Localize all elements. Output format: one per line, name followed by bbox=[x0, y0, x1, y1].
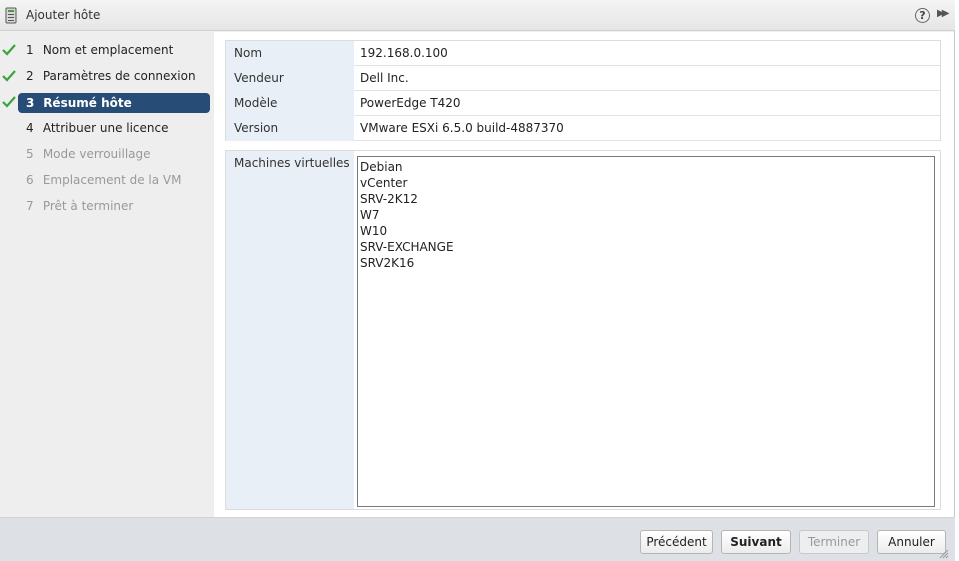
step-label: Attribuer une licence bbox=[42, 121, 169, 135]
finish-button: Terminer bbox=[799, 530, 869, 554]
add-host-dialog: Ajouter hôte ? ▶▶ 1 Nom et emplacement 2… bbox=[0, 0, 955, 561]
property-label: Version bbox=[226, 116, 354, 141]
list-item[interactable]: SRV2K16 bbox=[360, 255, 932, 271]
resize-grip-icon[interactable] bbox=[939, 549, 949, 559]
property-label: Modèle bbox=[226, 91, 354, 116]
check-icon bbox=[2, 96, 16, 108]
table-row: Nom 192.168.0.100 bbox=[226, 41, 940, 66]
step-label: Prêt à terminer bbox=[42, 199, 134, 213]
host-icon bbox=[5, 7, 17, 24]
title-bar: Ajouter hôte ? ▶▶ bbox=[0, 0, 955, 31]
list-item[interactable]: Debian bbox=[360, 159, 932, 175]
host-properties-table: Nom 192.168.0.100 Vendeur Dell Inc. Modè… bbox=[225, 40, 941, 141]
check-icon bbox=[2, 44, 16, 56]
expand-icon[interactable]: ▶▶ bbox=[937, 8, 951, 23]
dialog-title: Ajouter hôte bbox=[26, 8, 101, 22]
property-value: PowerEdge T420 bbox=[360, 96, 461, 110]
wizard-footer: Précédent Suivant Terminer Annuler bbox=[0, 517, 955, 561]
vm-list[interactable]: Debian vCenter SRV-2K12 W7 W10 SRV-EXCHA… bbox=[357, 156, 935, 507]
step-label: Nom et emplacement bbox=[42, 43, 174, 57]
table-row: Vendeur Dell Inc. bbox=[226, 66, 940, 91]
wizard-steps-sidebar: 1 Nom et emplacement 2 Paramètres de con… bbox=[0, 32, 214, 517]
step-lockdown-mode: 5 Mode verrouillage bbox=[26, 147, 151, 161]
help-icon[interactable]: ? bbox=[915, 8, 930, 23]
step-name-location[interactable]: 1 Nom et emplacement bbox=[18, 40, 210, 60]
table-row: Version VMware ESXi 6.5.0 build-4887370 bbox=[226, 116, 940, 141]
step-label: Mode verrouillage bbox=[42, 147, 151, 161]
step-connection-settings[interactable]: 2 Paramètres de connexion bbox=[18, 66, 210, 86]
table-row: Modèle PowerEdge T420 bbox=[226, 91, 940, 116]
property-label: Machines virtuelles bbox=[226, 151, 354, 509]
step-ready-to-complete: 7 Prêt à terminer bbox=[26, 199, 134, 213]
property-value: 192.168.0.100 bbox=[360, 46, 448, 60]
step-label: Emplacement de la VM bbox=[42, 173, 182, 187]
property-label: Vendeur bbox=[226, 66, 354, 91]
list-item[interactable]: vCenter bbox=[360, 175, 932, 191]
step-label: Paramètres de connexion bbox=[42, 69, 196, 83]
step-vm-location: 6 Emplacement de la VM bbox=[26, 173, 182, 187]
list-item[interactable]: SRV-EXCHANGE bbox=[360, 239, 932, 255]
summary-content: Nom 192.168.0.100 Vendeur Dell Inc. Modè… bbox=[214, 32, 954, 517]
step-host-summary[interactable]: 3 Résumé hôte bbox=[18, 93, 210, 113]
virtual-machines-table: Machines virtuelles Debian vCenter SRV-2… bbox=[225, 150, 941, 510]
next-button[interactable]: Suivant bbox=[721, 530, 791, 554]
list-item[interactable]: W10 bbox=[360, 223, 932, 239]
back-button[interactable]: Précédent bbox=[640, 530, 713, 554]
property-value: VMware ESXi 6.5.0 build-4887370 bbox=[360, 121, 564, 135]
step-assign-license[interactable]: 4 Attribuer une licence bbox=[18, 118, 210, 138]
check-icon bbox=[2, 70, 16, 82]
property-value: Dell Inc. bbox=[360, 71, 409, 85]
cancel-button[interactable]: Annuler bbox=[877, 530, 946, 554]
list-item[interactable]: W7 bbox=[360, 207, 932, 223]
step-label: Résumé hôte bbox=[43, 96, 132, 110]
property-label: Nom bbox=[226, 41, 354, 66]
list-item[interactable]: SRV-2K12 bbox=[360, 191, 932, 207]
